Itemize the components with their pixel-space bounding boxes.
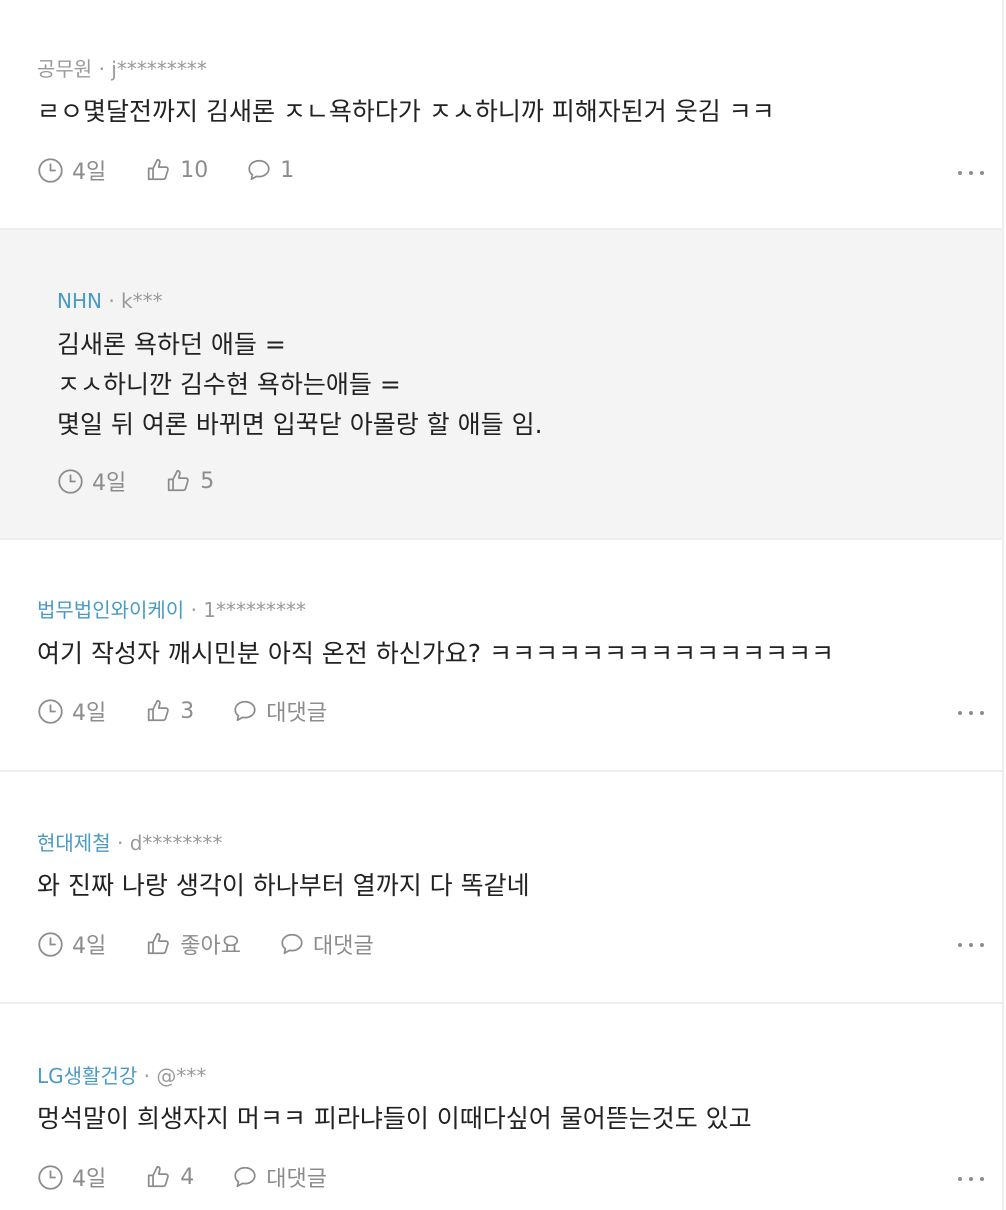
thumbs-up-icon [148, 932, 170, 955]
clock-icon [38, 157, 63, 183]
comment-text: 김새론 욕하던 애들 = ㅈㅅ하니깐 김수현 욕하는애들 = 몇일 뒤 여론 바… [57, 330, 543, 439]
clock-icon [58, 468, 83, 494]
clock-icon [38, 698, 63, 724]
author-company[interactable]: 현대제철 [37, 831, 111, 855]
like-button[interactable]: 좋아요 [146, 929, 241, 959]
author-company[interactable]: 공무원 [37, 57, 92, 81]
comment: 현대제철 · d******** 와 진짜 나랑 생각이 하나부터 열까지 다 … [0, 772, 1002, 1004]
timestamp-label: 4일 [72, 701, 107, 726]
comment-actions: 4일 4 대댓글 [37, 1162, 327, 1192]
like-button[interactable]: 5 [166, 466, 214, 496]
meta-separator: · [116, 831, 124, 855]
author-company[interactable]: NHN [57, 289, 102, 313]
like-button[interactable]: 3 [146, 696, 194, 726]
reply-button[interactable]: 대댓글 [232, 696, 327, 726]
meta-separator: · [143, 1064, 150, 1088]
comment-text: ㄹㅇ몇달전까지 김새론 ㅈㄴ욕하다가 ㅈㅅ하니까 피해자된거 웃김 ㅋㅋ [37, 97, 775, 126]
more-options-icon[interactable] [958, 1174, 984, 1184]
timestamp: 4일 [37, 929, 106, 959]
comment-feed: 공무원 · j********* ㄹㅇ몇달전까지 김새론 ㅈㄴ욕하다가 ㅈㅅ하니… [0, 0, 1004, 1210]
meta-separator: · [190, 598, 197, 622]
like-button[interactable]: 4 [146, 1162, 194, 1192]
timestamp: 4일 [37, 696, 106, 726]
author-company[interactable]: 법무법인와이케이 [37, 598, 184, 622]
thumbs-up-icon [148, 158, 170, 181]
like-count: 10 [180, 157, 209, 183]
reply-count: 1 [280, 157, 295, 183]
reply-comment: NHN · k*** 김새론 욕하던 애들 = ㅈㅅ하니깐 김수현 욕하는애들 … [0, 230, 1002, 540]
comment-author: 공무원 · j********* [37, 57, 207, 81]
author-username: j********* [111, 57, 207, 81]
comment-actions: 4일 5 [57, 466, 214, 496]
reply-button[interactable]: 1 [246, 155, 294, 185]
meta-separator: · [98, 57, 105, 81]
comment: LG생활건강 · @*** 멍석말이 희생자지 머ㅋㅋ 피라냐들이 이때다싶어 … [0, 1004, 1002, 1210]
meta-separator: · [108, 289, 115, 313]
thumbs-up-icon [168, 469, 190, 492]
speech-bubble-icon [248, 159, 270, 181]
more-options-icon[interactable] [958, 168, 984, 178]
more-options-icon[interactable] [958, 940, 984, 950]
author-company[interactable]: LG생활건강 [37, 1064, 137, 1088]
timestamp-label: 4일 [72, 1167, 107, 1192]
reply-button[interactable]: 대댓글 [232, 1162, 327, 1192]
timestamp-label: 4일 [72, 934, 107, 959]
more-options-icon[interactable] [958, 708, 984, 718]
comment-author: LG생활건강 · @*** [37, 1064, 206, 1088]
comment-actions: 4일 10 1 [37, 155, 294, 185]
comment-author: 현대제철 · d******** [37, 831, 222, 855]
reply-count: 대댓글 [312, 934, 374, 959]
comment-actions: 4일 3 대댓글 [37, 696, 327, 726]
reply-count: 대댓글 [266, 1167, 327, 1192]
comment-author: NHN · k*** [57, 289, 163, 313]
timestamp-label: 4일 [72, 160, 107, 185]
speech-bubble-icon [281, 933, 303, 955]
author-username: @*** [156, 1064, 207, 1088]
clock-icon [38, 931, 63, 957]
like-button[interactable]: 10 [146, 155, 208, 185]
comment-text: 멍석말이 희생자지 머ㅋㅋ 피라냐들이 이때다싶어 물어뜯는것도 있고 [37, 1104, 752, 1133]
timestamp-label: 4일 [92, 471, 127, 496]
like-count: 4 [180, 1164, 195, 1190]
comment-actions: 4일 좋아요 대댓글 [37, 929, 374, 959]
like-count: 좋아요 [180, 934, 241, 959]
comment: 법무법인와이케이 · 1********* 여기 작성자 깨시민분 아직 온전 … [0, 540, 1002, 772]
timestamp: 4일 [37, 155, 106, 185]
speech-bubble-icon [234, 1166, 256, 1188]
like-count: 5 [200, 468, 215, 494]
thumbs-up-icon [148, 1165, 170, 1188]
author-username: k*** [121, 289, 163, 313]
author-username: d******** [129, 831, 223, 855]
comment-author: 법무법인와이케이 · 1********* [37, 598, 306, 622]
speech-bubble-icon [234, 700, 256, 722]
timestamp: 4일 [37, 1162, 106, 1192]
like-count: 3 [180, 698, 195, 724]
timestamp: 4일 [57, 466, 126, 496]
thumbs-up-icon [148, 699, 170, 722]
reply-button[interactable]: 대댓글 [279, 929, 374, 959]
clock-icon [38, 1164, 63, 1190]
comment: 공무원 · j********* ㄹㅇ몇달전까지 김새론 ㅈㄴ욕하다가 ㅈㅅ하니… [0, 0, 1002, 230]
comment-text: 와 진짜 나랑 생각이 하나부터 열까지 다 똑같네 [37, 871, 530, 900]
comment-text: 여기 작성자 깨시민분 아직 온전 하신가요? ㅋㅋㅋㅋㅋㅋㅋㅋㅋㅋㅋㅋㅋㅋㅋ [37, 639, 834, 668]
author-username: 1********* [203, 598, 307, 622]
reply-count: 대댓글 [266, 701, 327, 726]
